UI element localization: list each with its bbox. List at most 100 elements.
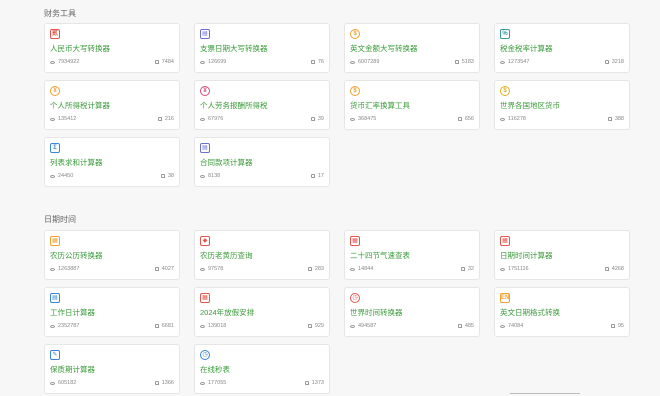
thumbs-up-icon — [310, 117, 315, 121]
view-count: 1273547 — [500, 59, 529, 65]
like-count[interactable]: 5183 — [454, 59, 474, 65]
tool-card[interactable]: $ 货币汇率换算工具 368475 656 — [344, 80, 480, 130]
eye-icon — [500, 117, 505, 121]
eye-icon — [50, 267, 55, 271]
tool-name[interactable]: 世界各国地区货币 — [500, 100, 560, 111]
like-count[interactable]: 929 — [307, 323, 324, 329]
eye-icon — [200, 174, 205, 178]
eye-icon — [200, 381, 205, 385]
tool-card[interactable]: EN 英文日期格式转换 74084 95 — [494, 287, 630, 337]
tool-name[interactable]: 个人所得税计算器 — [50, 100, 110, 111]
stopwatch-icon: ◷ — [200, 350, 210, 360]
like-count[interactable]: 4268 — [604, 266, 624, 272]
thumbs-up-icon — [607, 117, 612, 121]
thumbs-up-icon — [604, 267, 609, 271]
view-count: 1751116 — [500, 266, 529, 272]
like-count[interactable]: 388 — [607, 116, 624, 122]
eye-icon — [50, 117, 55, 121]
tool-card[interactable]: ▦ 2024年放假安排 139018 929 — [194, 287, 330, 337]
tool-name[interactable]: 列表求和计算器 — [50, 157, 103, 168]
labor-tax-icon: ¥ — [200, 86, 210, 96]
view-count: 97578 — [200, 266, 223, 272]
thumbs-up-icon — [310, 174, 315, 178]
tool-card[interactable]: ▤ 合同款项计算器 8138 17 — [194, 137, 330, 187]
tool-name[interactable]: 在线秒表 — [200, 364, 230, 375]
tool-card[interactable]: ◷ 世界时间转换器 494587 485 — [344, 287, 480, 337]
solar-terms-icon: ▦ — [350, 236, 360, 246]
like-count[interactable]: 485 — [457, 323, 474, 329]
holiday-icon: ▦ — [200, 293, 210, 303]
thumbs-up-icon — [454, 60, 459, 64]
tool-card[interactable]: ▦ 日期时间计算器 1751116 4268 — [494, 230, 630, 280]
tool-card[interactable]: $ 英文金额大写转换器 6007289 5183 — [344, 23, 480, 73]
tool-card[interactable]: Σ 列表求和计算器 24450 38 — [44, 137, 180, 187]
thumbs-up-icon — [307, 324, 312, 328]
tool-name[interactable]: 世界时间转换器 — [350, 307, 403, 318]
tool-card[interactable]: ▦ 二十四节气速查表 14844 32 — [344, 230, 480, 280]
tool-card[interactable]: 贰人民币大写转换器 7934922 7484 — [44, 23, 180, 73]
tool-name[interactable]: 合同款项计算器 — [200, 157, 253, 168]
world-clock-icon: ◷ — [350, 293, 360, 303]
tool-name[interactable]: 2024年放假安排 — [200, 307, 254, 318]
tool-card[interactable]: ◆ 农历老黄历查询 97578 283 — [194, 230, 330, 280]
view-count: 1263887 — [50, 266, 79, 272]
like-count[interactable]: 38 — [160, 173, 174, 179]
thumbs-up-icon — [604, 60, 609, 64]
tool-name[interactable]: 英文日期格式转换 — [500, 307, 560, 318]
tool-name[interactable]: 货币汇率换算工具 — [350, 100, 410, 111]
like-count[interactable]: 7484 — [154, 59, 174, 65]
like-count[interactable]: 283 — [307, 266, 324, 272]
world-currency-icon: $ — [500, 86, 510, 96]
tool-name[interactable]: 农历老黄历查询 — [200, 250, 253, 261]
tool-name[interactable]: 人民币大写转换器 — [50, 43, 110, 54]
tool-name[interactable]: 个人劳务报酬所得税 — [200, 100, 268, 111]
view-count: 126699 — [200, 59, 226, 65]
eye-icon — [350, 267, 355, 271]
like-count[interactable]: 76 — [310, 59, 324, 65]
like-count[interactable]: 4027 — [154, 266, 174, 272]
thumbs-up-icon — [460, 267, 465, 271]
like-count[interactable]: 17 — [310, 173, 324, 179]
tool-name[interactable]: 英文金额大写转换器 — [350, 43, 418, 54]
tool-card[interactable]: ¥ 个人劳务报酬所得税 67976 39 — [194, 80, 330, 130]
like-count[interactable]: 32 — [460, 266, 474, 272]
eye-icon — [200, 117, 205, 121]
like-count[interactable]: 6681 — [154, 323, 174, 329]
english-amount-icon: $ — [350, 29, 360, 39]
view-count: 605182 — [50, 380, 76, 386]
tool-name[interactable]: 日期时间计算器 — [500, 250, 553, 261]
tool-card[interactable]: ✎ 保质期计算器 605182 1366 — [44, 344, 180, 394]
tool-card[interactable]: % 税金税率计算器 1273547 3218 — [494, 23, 630, 73]
eye-icon — [50, 381, 55, 385]
thumbs-up-icon — [610, 324, 615, 328]
tool-card[interactable]: ▦ 农历公历转换器 1263887 4027 — [44, 230, 180, 280]
thumbs-up-icon — [310, 60, 315, 64]
view-count: 116278 — [500, 116, 526, 122]
tool-card[interactable]: ▤ 支票日期大写转换器 126699 76 — [194, 23, 330, 73]
like-count[interactable]: 1373 — [304, 380, 324, 386]
tool-name[interactable]: 农历公历转换器 — [50, 250, 103, 261]
like-count[interactable]: 656 — [457, 116, 474, 122]
tool-name[interactable]: 保质期计算器 — [50, 364, 95, 375]
tool-card[interactable]: ¥ 个人所得税计算器 135412 216 — [44, 80, 180, 130]
eye-icon — [350, 117, 355, 121]
like-count[interactable]: 216 — [157, 116, 174, 122]
tool-card[interactable]: $ 世界各国地区货币 116278 388 — [494, 80, 630, 130]
tool-card[interactable]: ◷ 在线秒表 177055 1373 — [194, 344, 330, 394]
tool-name[interactable]: 税金税率计算器 — [500, 43, 553, 54]
like-count[interactable]: 39 — [310, 116, 324, 122]
tool-name[interactable]: 工作日计算器 — [50, 307, 95, 318]
tool-card[interactable]: ▤ 工作日计算器 2352787 6681 — [44, 287, 180, 337]
workday-icon: ▤ — [50, 293, 60, 303]
tool-name[interactable]: 二十四节气速查表 — [350, 250, 410, 261]
tool-name[interactable]: 支票日期大写转换器 — [200, 43, 268, 54]
view-count: 139018 — [200, 323, 226, 329]
datetime-calc-icon: ▦ — [500, 236, 510, 246]
like-count[interactable]: 3218 — [604, 59, 624, 65]
view-count: 6007289 — [350, 59, 379, 65]
shelf-life-icon: ✎ — [50, 350, 60, 360]
eye-icon — [500, 60, 505, 64]
like-count[interactable]: 1366 — [154, 380, 174, 386]
like-count[interactable]: 95 — [610, 323, 624, 329]
almanac-icon: ◆ — [200, 236, 210, 246]
